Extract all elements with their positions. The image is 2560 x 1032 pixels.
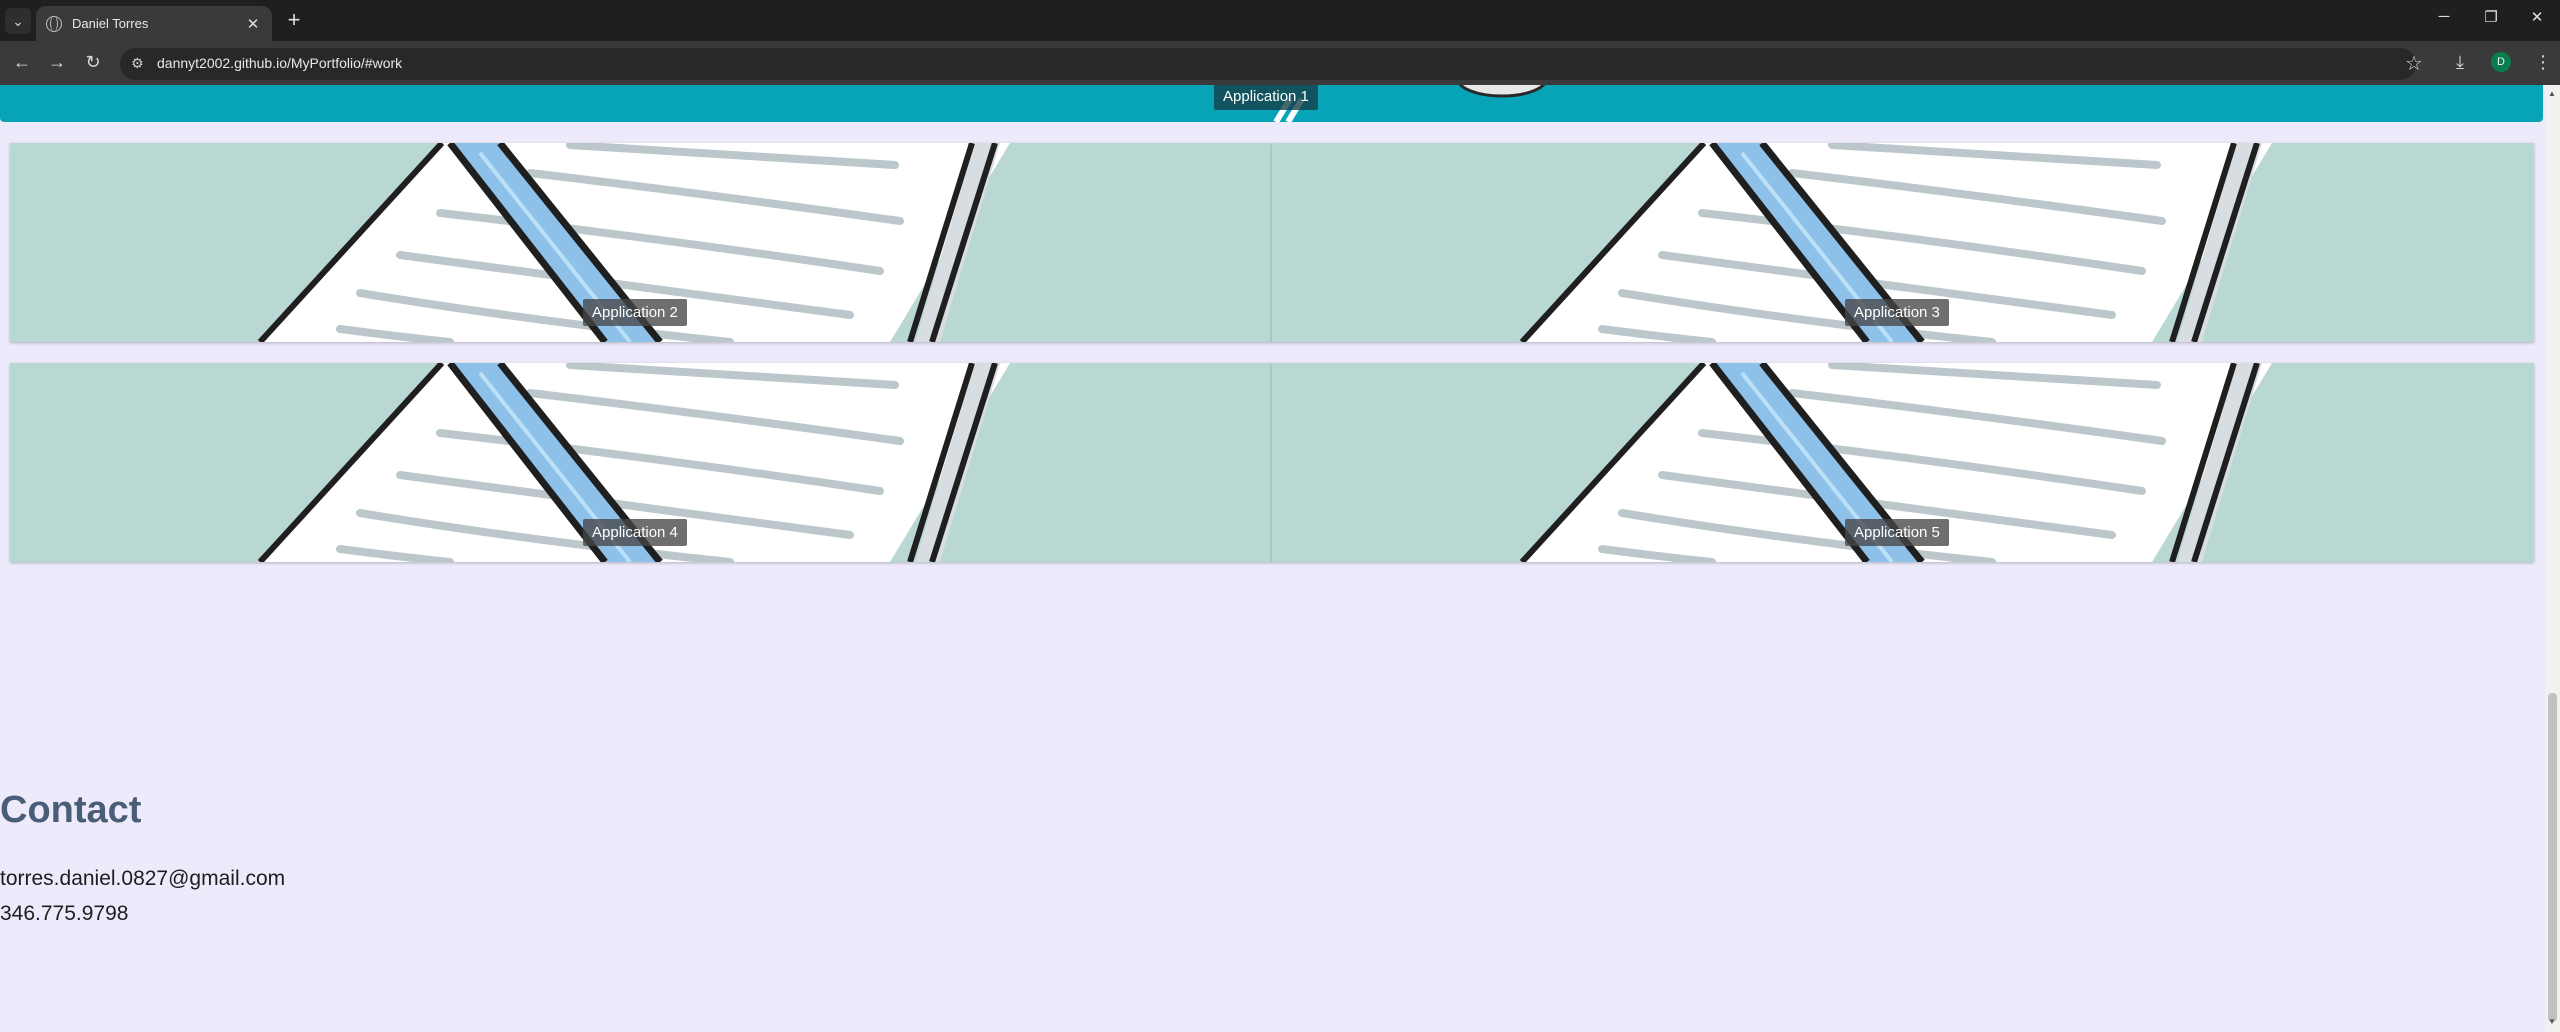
- application-5-label: Application 5: [1845, 519, 1949, 546]
- site-info-icon[interactable]: ⚙: [131, 55, 144, 72]
- back-arrow-icon[interactable]: ←: [10, 52, 34, 72]
- application-1-label: Application 1: [1214, 85, 1318, 110]
- contact-email[interactable]: torres.daniel.0827@gmail.com: [0, 867, 285, 891]
- kebab-menu-icon[interactable]: ⋮: [2534, 52, 2552, 73]
- application-4-card[interactable]: Application 4: [10, 363, 1272, 562]
- application-4-label: Application 4: [583, 519, 687, 546]
- download-icon[interactable]: ⤓: [2456, 52, 2464, 73]
- url-text[interactable]: dannyt2002.github.io/MyPortfolio/#work: [157, 55, 402, 71]
- application-1-card[interactable]: Application 1: [0, 85, 2543, 122]
- close-window-button[interactable]: ✕: [2522, 8, 2552, 26]
- restore-button[interactable]: ❐: [2476, 8, 2506, 26]
- contact-heading: Contact: [0, 789, 142, 831]
- page-viewport: Application 1 Application 2 Application …: [0, 85, 2545, 1032]
- tab-search-button[interactable]: ⌄: [5, 8, 31, 34]
- tab-strip: ⌄ Daniel Torres ✕ + ─ ❐ ✕: [0, 0, 2560, 41]
- contact-phone[interactable]: 346.775.9798: [0, 902, 128, 926]
- scrollbar-thumb[interactable]: [2548, 693, 2557, 1022]
- application-3-card[interactable]: Application 3: [1272, 143, 2534, 342]
- address-bar[interactable]: [120, 48, 2416, 80]
- minimize-button[interactable]: ─: [2429, 8, 2459, 25]
- application-2-label: Application 2: [583, 299, 687, 326]
- tab-close-icon[interactable]: ✕: [244, 15, 262, 33]
- application-2-card[interactable]: Application 2: [10, 143, 1272, 342]
- new-tab-button[interactable]: +: [282, 9, 306, 31]
- bookmark-star-icon[interactable]: ☆: [2405, 51, 2423, 76]
- scroll-up-arrow-icon[interactable]: ▲: [2548, 89, 2556, 98]
- forward-arrow-icon[interactable]: →: [45, 52, 69, 72]
- globe-icon: [46, 15, 62, 32]
- tab-title: Daniel Torres: [72, 16, 149, 31]
- active-tab[interactable]: Daniel Torres ✕: [36, 6, 272, 41]
- application-3-label: Application 3: [1845, 299, 1949, 326]
- application-5-card[interactable]: Application 5: [1272, 363, 2534, 562]
- profile-avatar[interactable]: D: [2491, 52, 2511, 72]
- reload-icon[interactable]: ↻: [81, 52, 105, 72]
- scroll-down-arrow-icon[interactable]: ▼: [2548, 1017, 2556, 1026]
- page-scrollbar[interactable]: ▲ ▼: [2545, 85, 2560, 1032]
